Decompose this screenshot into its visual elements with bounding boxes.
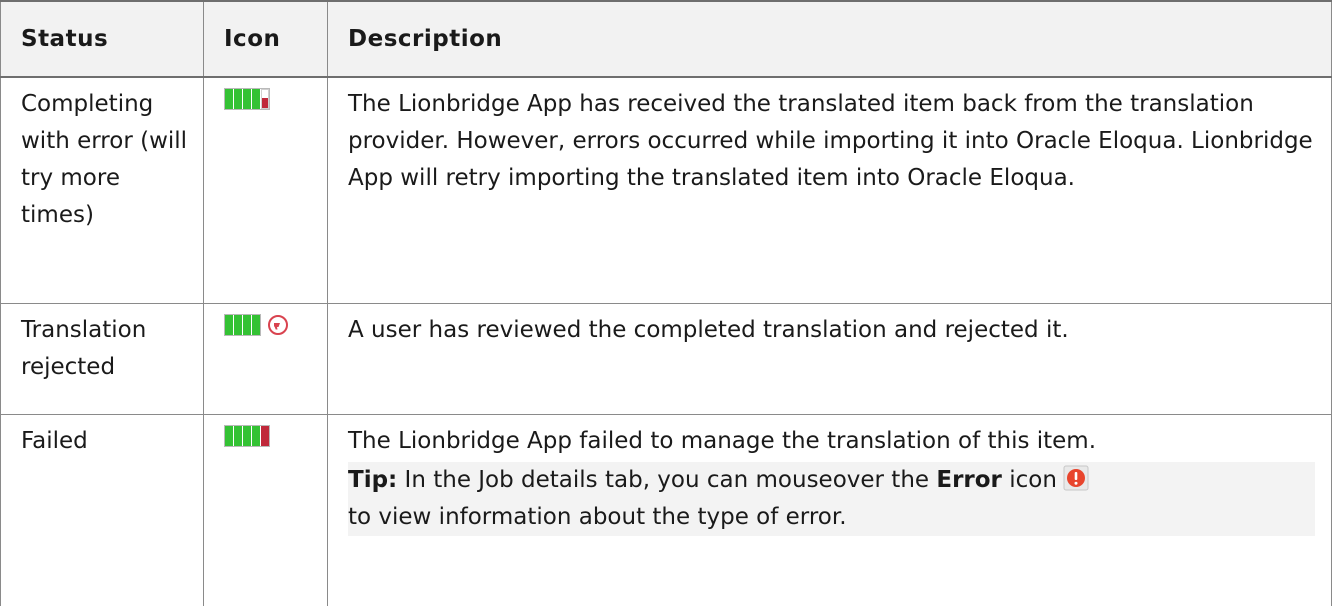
header-icon: Icon xyxy=(203,0,328,78)
progress-bar-rejected-icon xyxy=(224,313,261,336)
tip-emphasis: Error xyxy=(936,466,1002,493)
description-cell: The Lionbridge App has received the tran… xyxy=(327,76,1332,304)
progress-bar-completing-error-icon xyxy=(224,88,270,110)
tip-text-middle: icon xyxy=(1009,466,1057,493)
icon-cell xyxy=(203,413,328,606)
status-label: Failed xyxy=(21,427,88,454)
icon-cell xyxy=(203,302,328,415)
tip-box: Tip: In the Job details tab, you can mou… xyxy=(348,461,1315,536)
description-text: A user has reviewed the completed transl… xyxy=(348,316,1069,343)
tip-text-after: to view information about the type of er… xyxy=(348,503,847,530)
status-cell: Completing with error (will try more tim… xyxy=(0,76,204,304)
error-icon xyxy=(1063,465,1089,490)
status-cell: Failed xyxy=(0,413,204,606)
header-row: Status Icon Description xyxy=(0,0,1332,78)
description-text: The Lionbridge App failed to manage the … xyxy=(348,427,1097,454)
tip-text-before: In the Job details tab, you can mouseove… xyxy=(404,466,930,493)
rejected-thumb-icon xyxy=(268,314,288,335)
description-text: The Lionbridge App has received the tran… xyxy=(348,91,1313,191)
status-label: Completing with error (will try more tim… xyxy=(21,91,188,228)
icon-cell xyxy=(203,76,328,304)
description-cell: The Lionbridge App failed to manage the … xyxy=(327,413,1332,606)
table-row: Completing with error (will try more tim… xyxy=(0,76,1332,304)
tip-label: Tip: xyxy=(348,466,398,493)
description-cell: A user has reviewed the completed transl… xyxy=(327,302,1332,415)
status-cell: Translation rejected xyxy=(0,302,204,415)
header-description: Description xyxy=(327,0,1332,78)
progress-bar-failed-icon xyxy=(224,424,270,447)
header-status: Status xyxy=(0,0,204,78)
status-label: Translation rejected xyxy=(21,316,147,380)
table-row: Failed The Lionbridge App failed to mana… xyxy=(0,413,1332,606)
status-table: Status Icon Description Completing with … xyxy=(0,0,1332,606)
table-row: Translation rejected A user has reviewed… xyxy=(0,302,1332,415)
